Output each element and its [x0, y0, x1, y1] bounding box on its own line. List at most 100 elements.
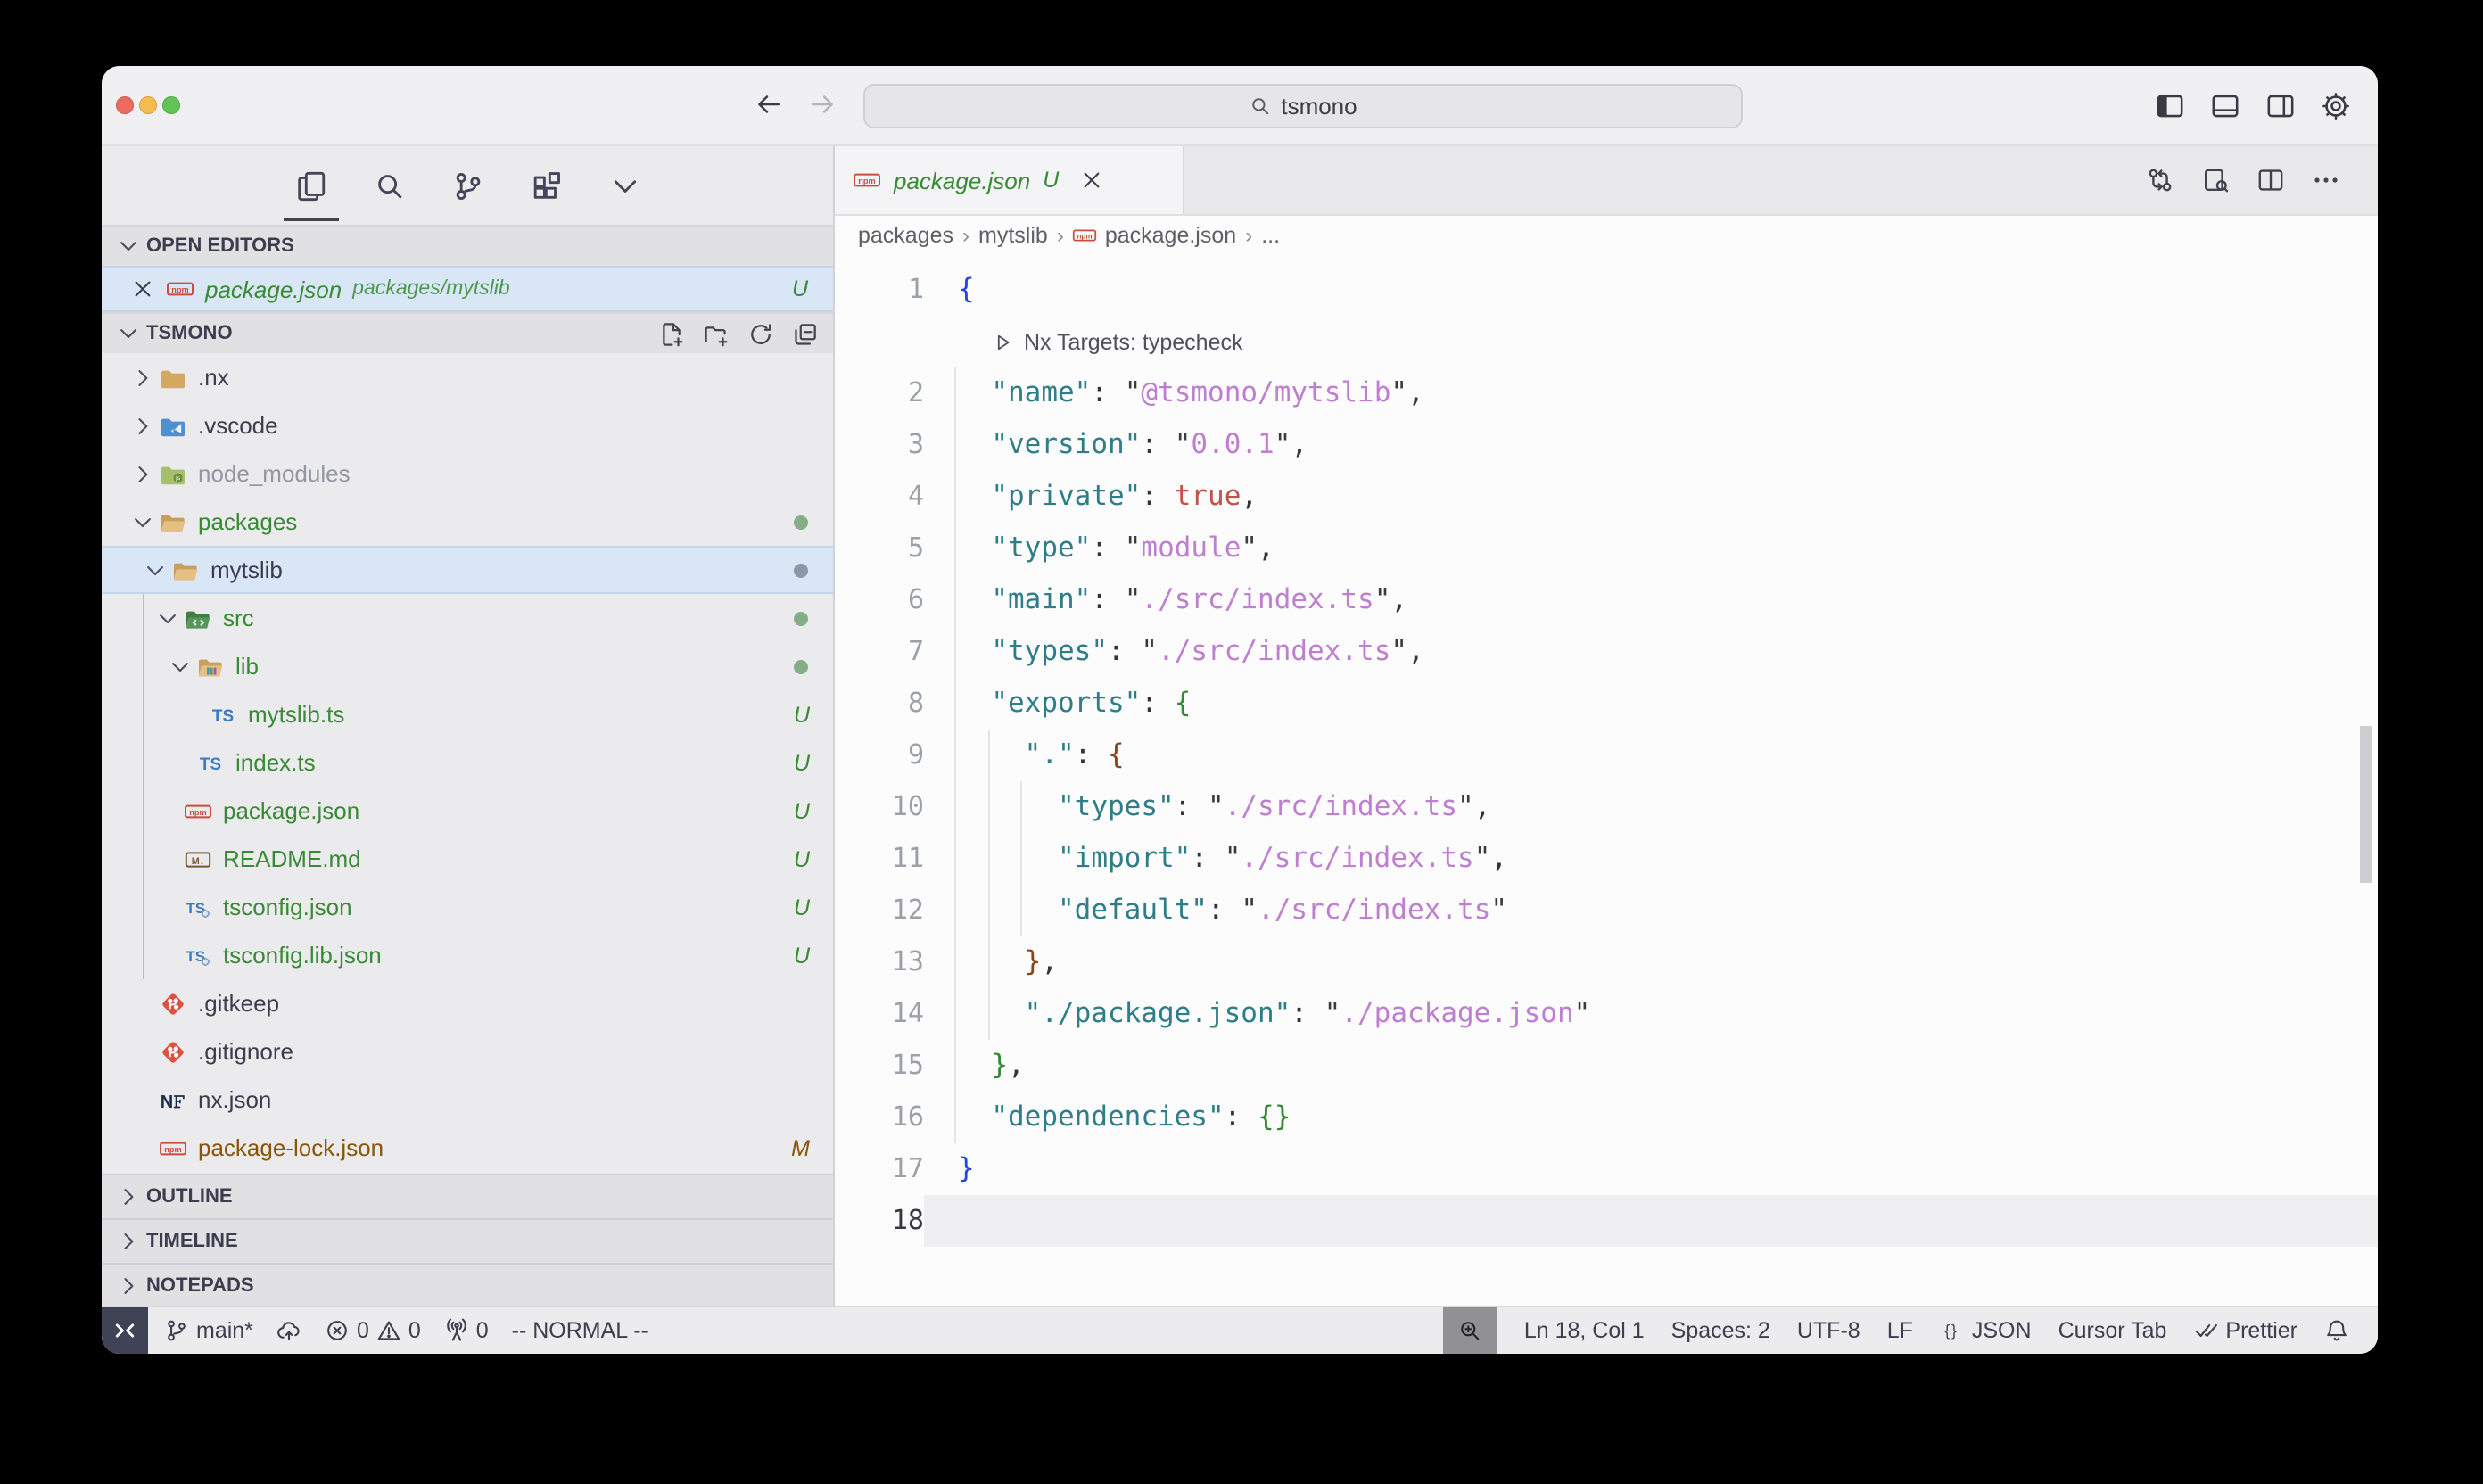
status-cursor-position[interactable]: Ln 18, Col 1 [1524, 1318, 1645, 1343]
breadcrumb--[interactable]: ... [1261, 222, 1280, 247]
code-line-18[interactable]: 18 [835, 1195, 2378, 1247]
open-changes-button[interactable] [2146, 166, 2174, 194]
macos-minimize-button[interactable] [139, 96, 157, 114]
code-line-16[interactable]: 16 "dependencies": {} [835, 1092, 2378, 1143]
code-line-2[interactable]: 2 "name": "@tsmono/mytslib", [835, 367, 2378, 419]
status-encoding[interactable]: UTF-8 [1797, 1318, 1860, 1343]
tree-item-index.ts[interactable]: TSindex.tsU [102, 738, 833, 787]
open-preview-button[interactable] [2201, 166, 2230, 194]
codelens-nx-targets[interactable]: Nx Targets: typecheck [835, 316, 2378, 367]
tree-item-.gitignore[interactable]: .gitignore [102, 1027, 833, 1076]
panel-header-notepads[interactable]: NOTEPADS [102, 1263, 833, 1307]
editor-scrollbar[interactable] [2360, 726, 2372, 883]
status-language[interactable]: {}JSON [1940, 1318, 2032, 1343]
tree-item-.vscode[interactable]: .vscode [102, 401, 833, 449]
status-notifications[interactable] [2324, 1318, 2349, 1343]
code-line-9[interactable]: 9 ".": { [835, 730, 2378, 781]
code-line-13[interactable]: 13 }, [835, 936, 2378, 988]
tree-item-packages[interactable]: packages [102, 498, 833, 546]
open-editor-item[interactable]: npm package.json packages/mytslib U [102, 266, 833, 312]
chevron-right-icon[interactable] [130, 365, 155, 390]
code-line-17[interactable]: 17} [835, 1143, 2378, 1195]
close-tab-icon[interactable] [1078, 168, 1103, 193]
tree-item-README.md[interactable]: M↓README.mdU [102, 835, 833, 883]
split-editor-button[interactable] [2256, 166, 2285, 194]
tree-item-package.json[interactable]: npmpackage.jsonU [102, 787, 833, 835]
chevron-right-icon[interactable] [130, 413, 155, 438]
navigate-back-button[interactable] [753, 89, 783, 120]
tree-item-src[interactable]: src [102, 594, 833, 642]
status-formatter[interactable]: Prettier [2193, 1318, 2297, 1343]
command-center-search[interactable]: tsmono [863, 84, 1743, 128]
close-icon[interactable] [130, 276, 155, 301]
explorer-section-header[interactable]: TSMONO [102, 312, 833, 353]
status-problems[interactable]: 00 [325, 1318, 421, 1343]
toggle-primary-sidebar-button[interactable] [2155, 90, 2185, 120]
chevron-down-icon[interactable] [130, 509, 155, 534]
code-line-3[interactable]: 3 "version": "0.0.1", [835, 419, 2378, 471]
tree-item-mytslib.ts[interactable]: TSmytslib.tsU [102, 690, 833, 738]
tree-item-package-lock.json[interactable]: npmpackage-lock.jsonM [102, 1124, 833, 1172]
tree-item-label: nx.json [198, 1086, 271, 1113]
macos-close-button[interactable] [116, 96, 134, 114]
tree-item-lib[interactable]: lib [102, 642, 833, 690]
breadcrumb-package-json[interactable]: npmpackage.json [1073, 222, 1236, 247]
breadcrumb-packages[interactable]: packages [858, 222, 953, 247]
status-cursor-position-label: Ln 18, Col 1 [1524, 1318, 1645, 1343]
status-left: main*000-- NORMAL -- [148, 1318, 648, 1343]
tree-item-.nx[interactable]: .nx [102, 353, 833, 401]
refresh-button[interactable] [747, 320, 774, 347]
code-line-5[interactable]: 5 "type": "module", [835, 523, 2378, 574]
activity-more-views[interactable] [607, 169, 641, 202]
code-line-11[interactable]: 11 "import": "./src/index.ts", [835, 833, 2378, 885]
new-file-button[interactable] [658, 320, 685, 347]
new-folder-button[interactable] [703, 320, 730, 347]
status-ports[interactable]: 0 [444, 1318, 489, 1343]
code-area[interactable]: 1{Nx Targets: typecheck2 "name": "@tsmon… [835, 253, 2378, 1307]
tree-item-node_modules[interactable]: jsnode_modules [102, 449, 833, 498]
status-branch[interactable]: main* [164, 1318, 253, 1343]
status-screencast-zoom[interactable] [1444, 1307, 1497, 1354]
navigate-forward-button[interactable] [808, 89, 838, 120]
code-line-10[interactable]: 10 "types": "./src/index.ts", [835, 781, 2378, 833]
code-line-4[interactable]: 4 "private": true, [835, 471, 2378, 523]
status-sync[interactable] [276, 1318, 301, 1343]
breadcrumb-mytslib[interactable]: mytslib [978, 222, 1048, 247]
tree-item-.gitkeep[interactable]: .gitkeep [102, 979, 833, 1027]
panel-header-timeline[interactable]: TIMELINE [102, 1218, 833, 1263]
more-actions-button[interactable] [2312, 166, 2340, 194]
status-vim-mode[interactable]: -- NORMAL -- [512, 1318, 648, 1343]
tab-package-json[interactable]: npm package.json U [835, 146, 1184, 214]
activity-explorer[interactable] [293, 169, 327, 202]
status-indentation[interactable]: Spaces: 2 [1671, 1318, 1770, 1343]
tree-item-mytslib[interactable]: mytslib [102, 546, 833, 594]
tree-item-tsconfig.lib.json[interactable]: TStsconfig.lib.jsonU [102, 931, 833, 979]
tree-item-tsconfig.json[interactable]: TStsconfig.jsonU [102, 883, 833, 931]
code-line-1[interactable]: 1{ [835, 264, 2378, 316]
chevron-down-icon[interactable] [143, 557, 168, 582]
activity-source-control[interactable] [450, 169, 484, 202]
chevron-right-icon[interactable] [130, 461, 155, 486]
toggle-secondary-sidebar-button[interactable] [2265, 90, 2296, 120]
code-line-12[interactable]: 12 "default": "./src/index.ts" [835, 885, 2378, 936]
status-eol[interactable]: LF [1887, 1318, 1913, 1343]
code-line-6[interactable]: 6 "main": "./src/index.ts", [835, 574, 2378, 626]
settings-button[interactable] [2321, 90, 2351, 120]
code-line-7[interactable]: 7 "types": "./src/index.ts", [835, 626, 2378, 678]
status-cursor-tab[interactable]: Cursor Tab [2058, 1318, 2167, 1343]
collapse-all-button[interactable] [792, 320, 819, 347]
activity-search[interactable] [372, 169, 406, 202]
code-line-15[interactable]: 15 }, [835, 1040, 2378, 1092]
code-line-8[interactable]: 8 "exports": { [835, 678, 2378, 730]
chevron-down-icon[interactable] [155, 606, 180, 631]
macos-zoom-button[interactable] [162, 96, 180, 114]
remote-indicator[interactable] [102, 1307, 148, 1354]
toggle-panel-button[interactable] [2210, 90, 2240, 120]
open-editors-header[interactable]: OPEN EDITORS [102, 225, 833, 266]
activity-extensions[interactable] [529, 169, 563, 202]
chevron-down-icon[interactable] [168, 654, 193, 679]
panel-header-outline[interactable]: OUTLINE [102, 1174, 833, 1218]
tree-item-nx.json[interactable]: N𝙵nx.json [102, 1076, 833, 1124]
code-line-14[interactable]: 14 "./package.json": "./package.json" [835, 988, 2378, 1040]
tab-label: package.json [894, 167, 1030, 194]
